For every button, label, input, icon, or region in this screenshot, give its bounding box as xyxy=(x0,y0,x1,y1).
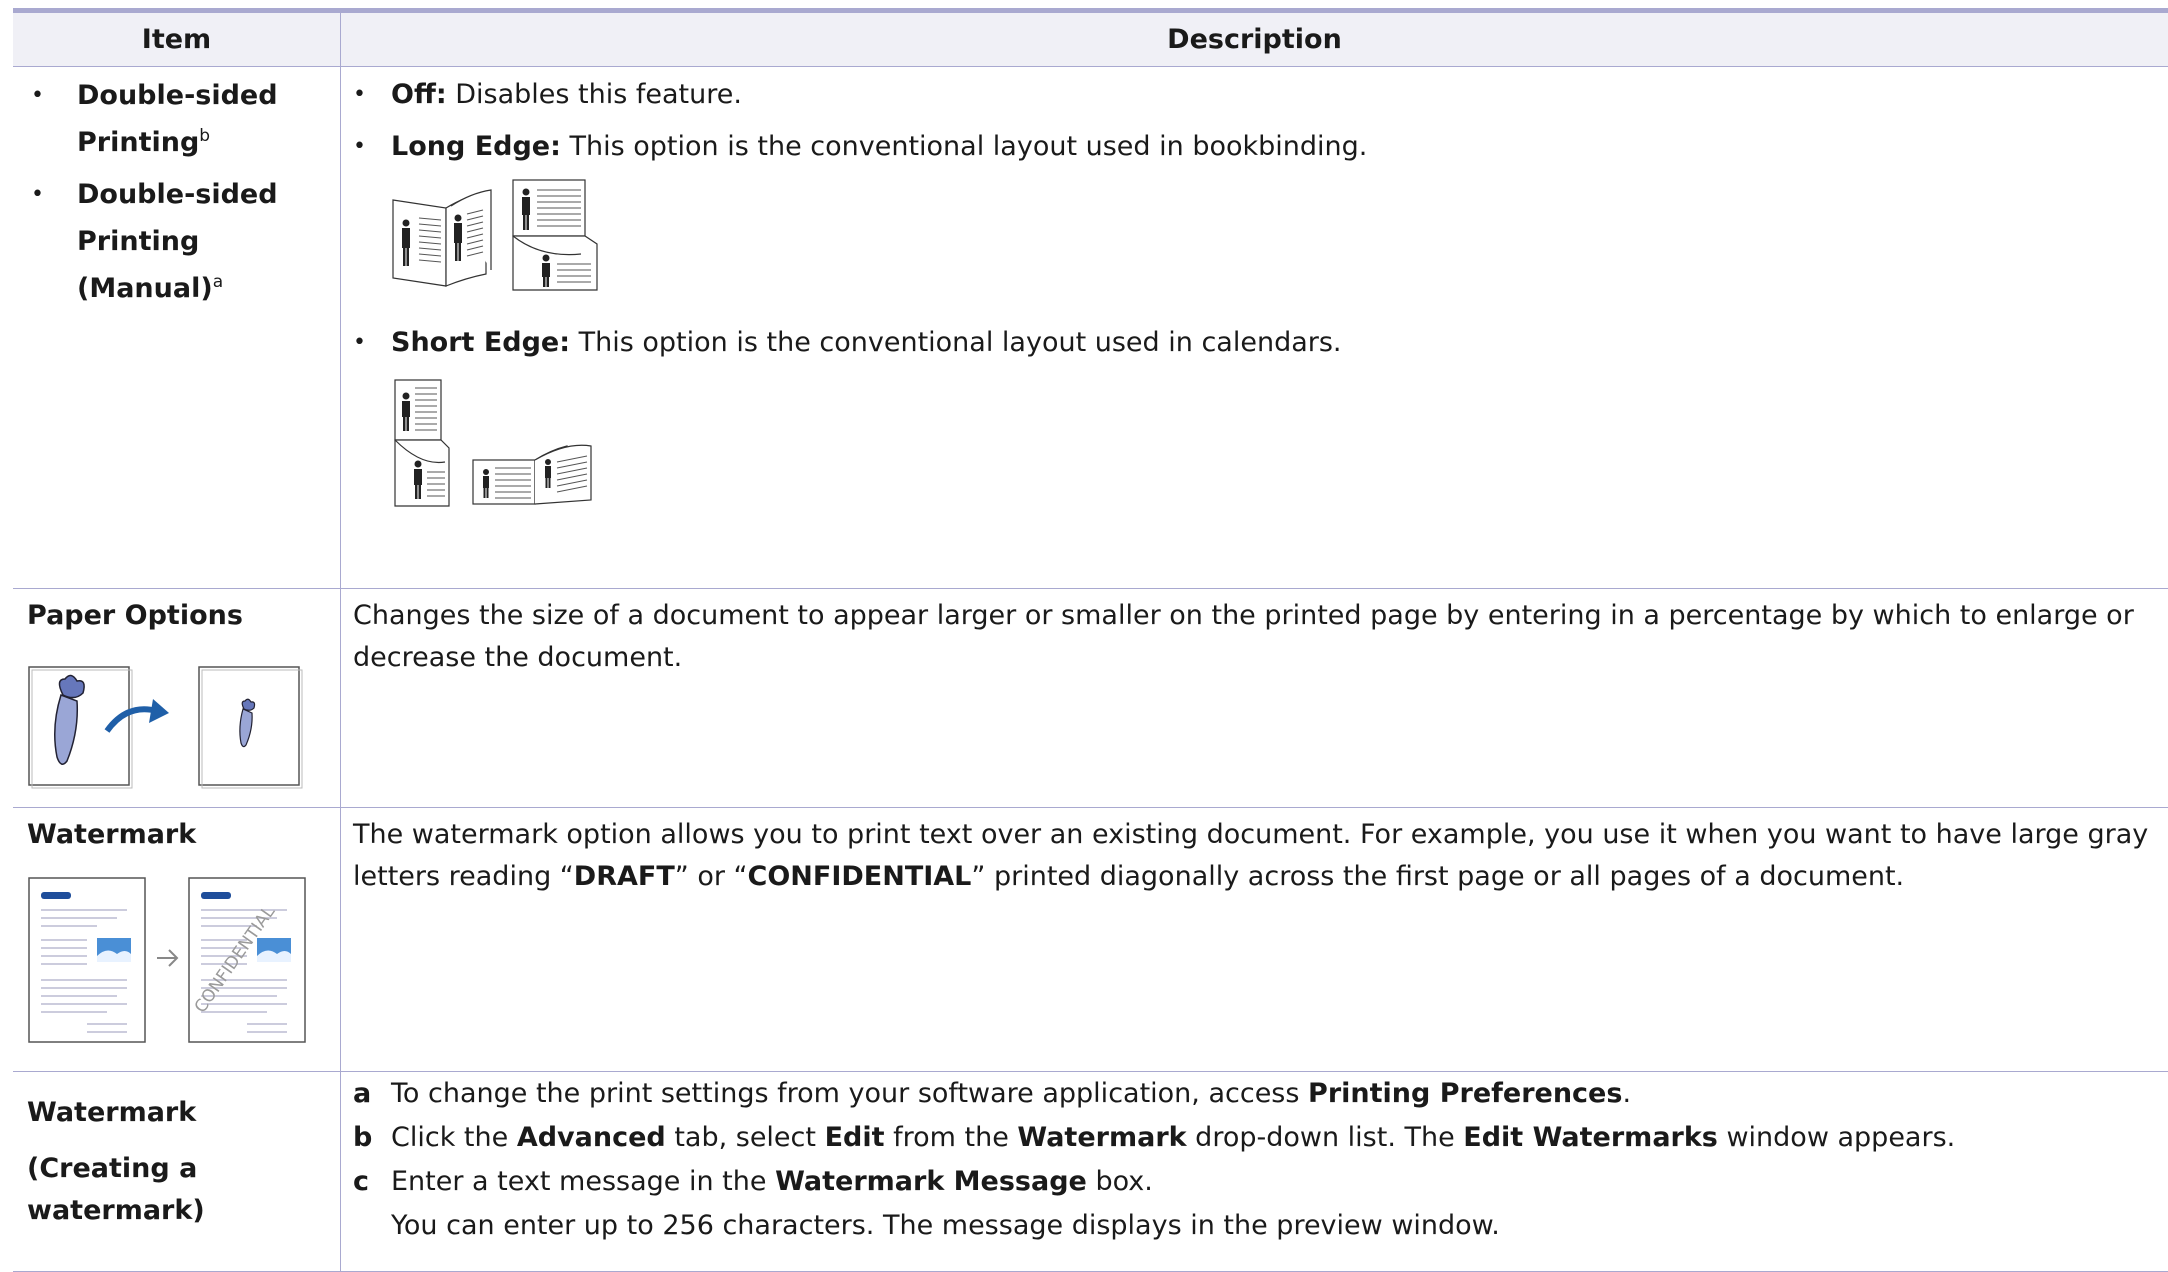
step-c-note: You can enter up to 256 characters. The … xyxy=(353,1204,2158,1248)
option-long-edge: Long Edge: This option is the convention… xyxy=(353,126,2158,168)
option-short-edge: Short Edge: This option is the conventio… xyxy=(353,322,2158,364)
table-row: Watermark xyxy=(13,808,2168,1072)
step-a: aTo change the print settings from your … xyxy=(353,1072,2158,1116)
footnote-marker: b xyxy=(199,126,210,146)
item-watermark: Watermark xyxy=(27,814,326,856)
description-cell: aTo change the print settings from your … xyxy=(341,1072,2168,1272)
step-b: bClick the Advanced tab, select Edit fro… xyxy=(353,1116,2158,1160)
header-item: Item xyxy=(13,13,341,67)
step-c: cEnter a text message in the Watermark M… xyxy=(353,1160,2158,1204)
item-paper-options: Paper Options xyxy=(27,595,326,637)
long-edge-figure xyxy=(353,168,2158,322)
description-cell: Changes the size of a document to appear… xyxy=(341,589,2168,808)
watermark-illustration: CONFIDENTIAL xyxy=(27,876,327,1046)
settings-table: Item Description Double-sided Printingb … xyxy=(13,13,2168,1272)
item-watermark-create-sub: (Creating a watermark) xyxy=(27,1148,326,1232)
paper-options-description: Changes the size of a document to appear… xyxy=(341,589,2168,679)
item-cell: Watermark (Creating a watermark) xyxy=(13,1072,341,1272)
footnote-marker: a xyxy=(213,272,223,292)
description-cell: Off: Disables this feature. Long Edge: T… xyxy=(341,67,2168,589)
header-description: Description xyxy=(341,13,2168,67)
table-row: Watermark (Creating a watermark) aTo cha… xyxy=(13,1072,2168,1272)
short-edge-illustration xyxy=(391,376,621,516)
description-cell: The watermark option allows you to print… xyxy=(341,808,2168,1072)
long-edge-illustration xyxy=(391,178,621,298)
watermark-description: The watermark option allows you to print… xyxy=(341,808,2168,898)
table-row: Double-sided Printingb Double-sided Prin… xyxy=(13,67,2168,589)
table-row: Paper Options Cha xyxy=(13,589,2168,808)
short-edge-figure xyxy=(353,364,2158,524)
item-watermark-create: Watermark xyxy=(27,1092,326,1134)
item-double-sided: Double-sided Printingb xyxy=(27,72,326,166)
document-page: Item Description Double-sided Printingb … xyxy=(0,0,2168,1203)
option-off: Off: Disables this feature. xyxy=(353,74,2158,116)
table-header-row: Item Description xyxy=(13,13,2168,67)
item-double-sided-manual: Double-sided Printing (Manual)a xyxy=(27,171,326,312)
item-cell: Watermark xyxy=(13,808,341,1072)
item-cell: Double-sided Printingb Double-sided Prin… xyxy=(13,67,341,589)
paper-scaling-illustration xyxy=(27,665,317,790)
item-cell: Paper Options xyxy=(13,589,341,808)
